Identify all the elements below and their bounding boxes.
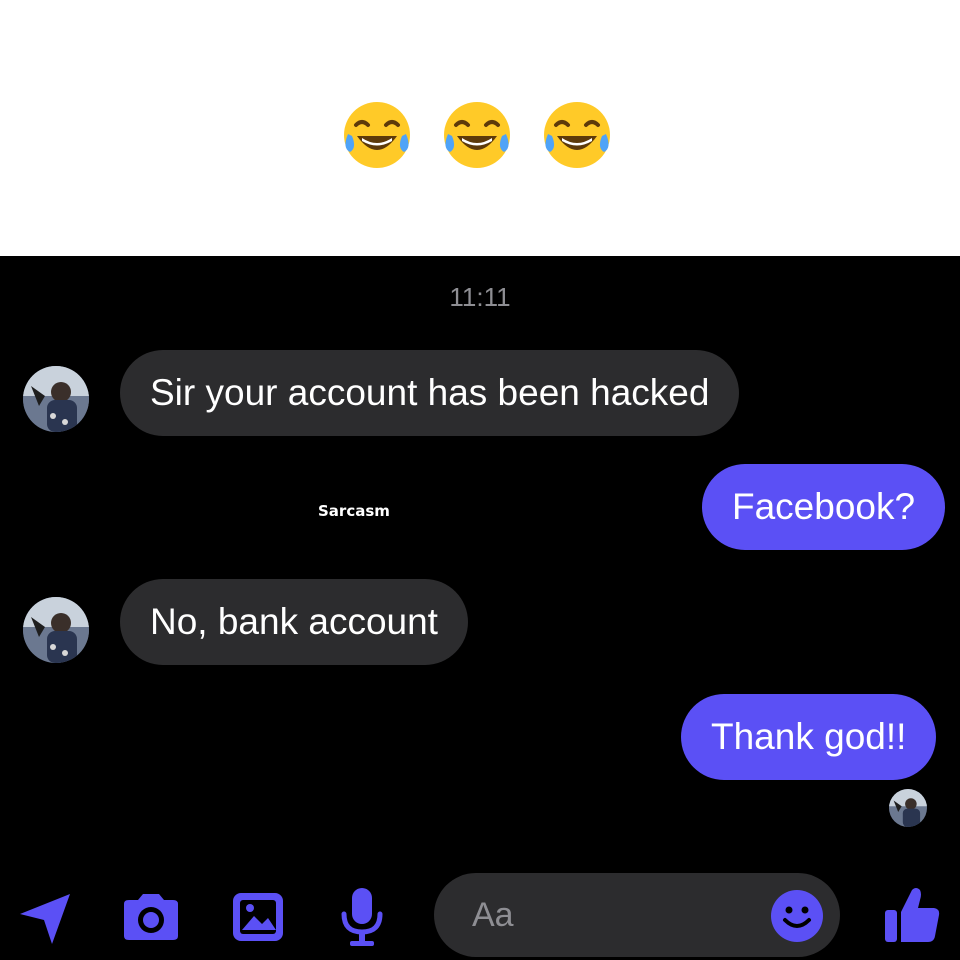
message-input-placeholder: Aa: [472, 896, 514, 934]
contact-avatar[interactable]: [23, 597, 89, 663]
emoji-icon[interactable]: [770, 889, 824, 943]
emoji-row: [340, 98, 614, 172]
message-timestamp: 11:11: [449, 282, 511, 312]
watermark-label: Sarcasm: [318, 502, 390, 520]
thumbs-up-icon[interactable]: [882, 884, 942, 946]
caption-area: [0, 0, 960, 256]
face-with-tears-of-joy-icon: [544, 102, 610, 168]
contact-avatar[interactable]: [23, 366, 89, 432]
message-bubble-incoming[interactable]: No, bank account: [120, 579, 468, 665]
location-arrow-icon[interactable]: [16, 890, 74, 946]
chat-thread: 11:11 Sir your account has been hacked S…: [0, 256, 960, 960]
message-bubble-incoming[interactable]: Sir your account has been hacked: [120, 350, 740, 436]
message-input[interactable]: Aa: [434, 873, 840, 957]
face-with-tears-of-joy-icon: [344, 102, 410, 168]
message-bubble-outgoing[interactable]: Thank god!!: [681, 694, 937, 780]
camera-icon[interactable]: [120, 892, 182, 942]
microphone-icon[interactable]: [338, 886, 386, 948]
screenshot-page: 11:11 Sir your account has been hacked S…: [0, 0, 960, 960]
seen-receipt-avatar: [889, 789, 927, 827]
face-with-tears-of-joy-icon: [444, 102, 510, 168]
message-bubble-outgoing[interactable]: Facebook?: [702, 464, 946, 550]
image-icon[interactable]: [230, 890, 286, 944]
